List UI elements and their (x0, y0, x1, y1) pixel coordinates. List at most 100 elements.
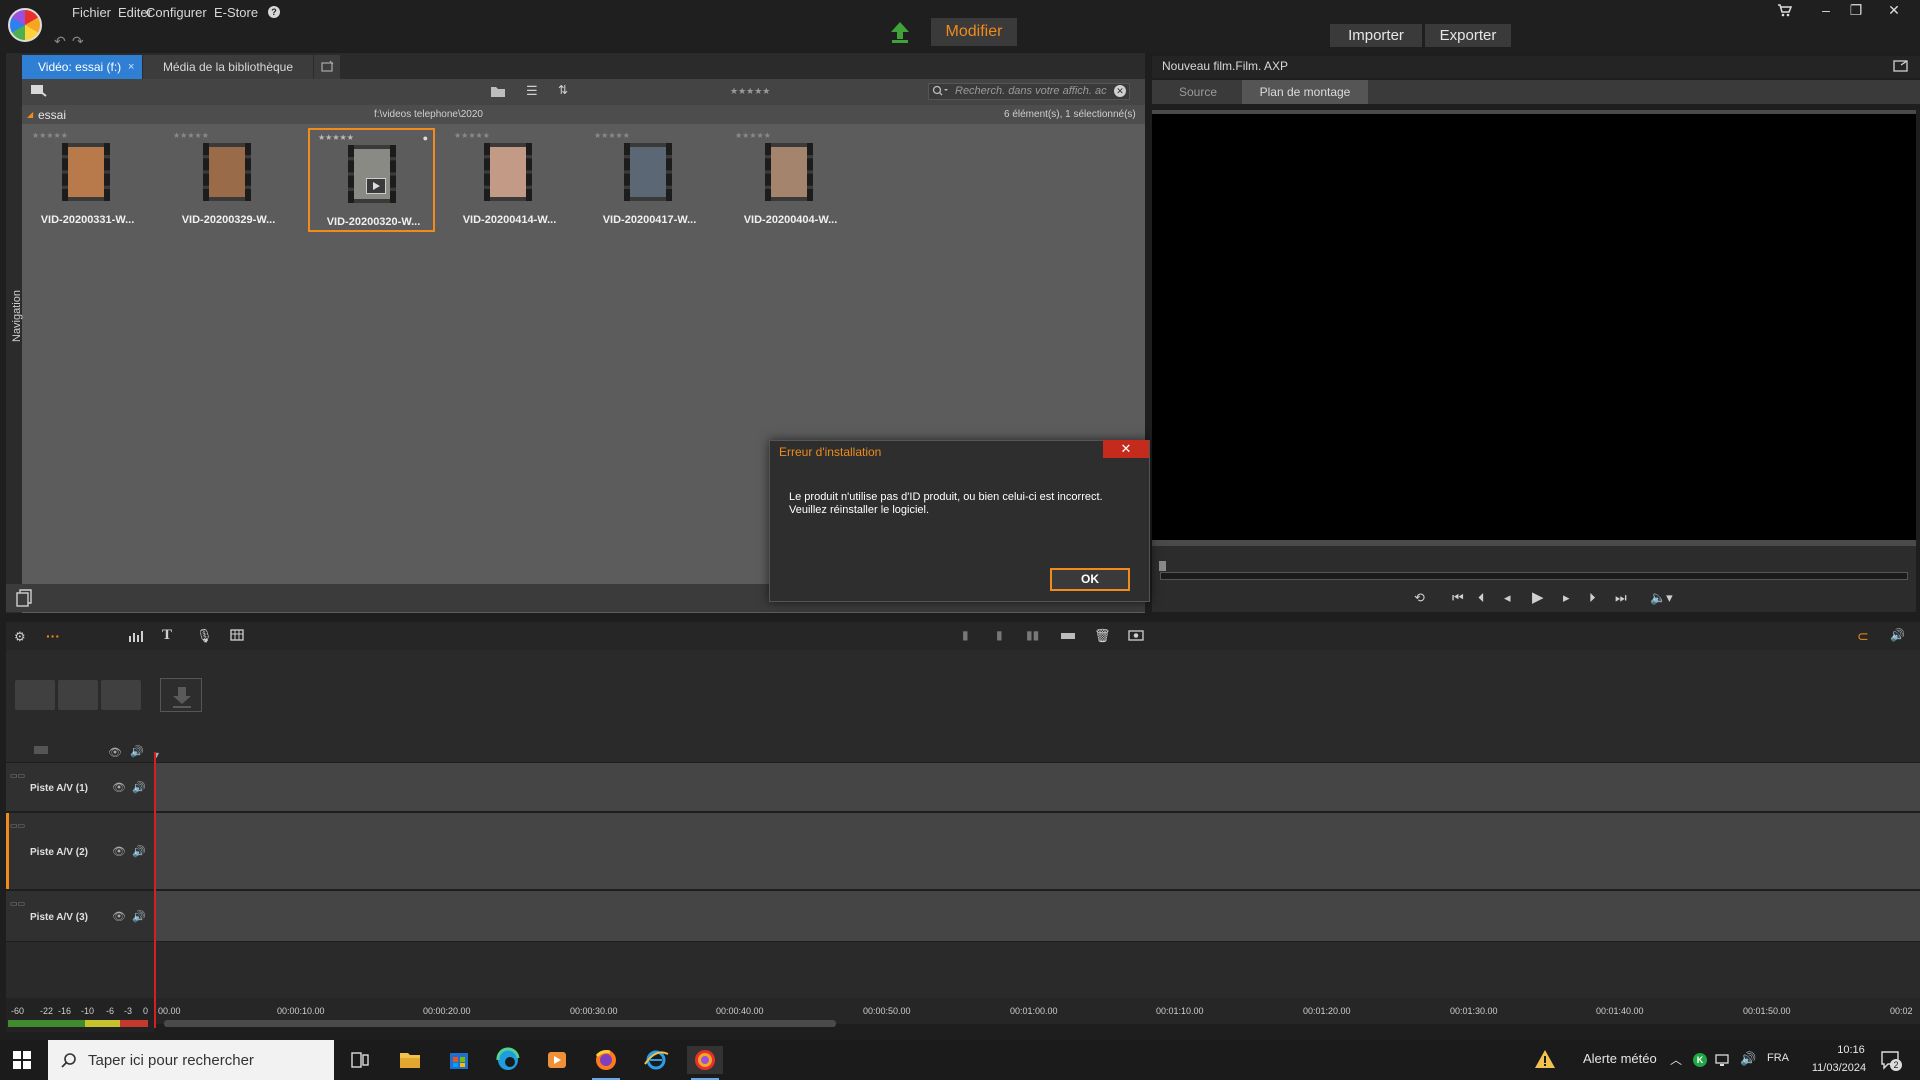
importer-button[interactable]: Importer (1330, 24, 1422, 47)
track-1[interactable]: ▭▭ Piste A/V (1) 👁 🔊 (6, 763, 1920, 811)
marker-icon[interactable]: ▮ (962, 628, 969, 642)
info-icon[interactable]: ● (423, 133, 428, 143)
eye-icon[interactable]: 👁 (112, 781, 126, 794)
download-icon[interactable] (160, 678, 202, 712)
track-grip-icon[interactable]: ▭▭ (10, 899, 25, 908)
windows-start-icon[interactable] (12, 1050, 32, 1070)
rating-stars[interactable]: ★★★★★ (32, 131, 68, 140)
audio-levels-icon[interactable] (128, 630, 144, 642)
visibility-all-icon[interactable]: 👁 (108, 746, 122, 759)
eye-icon[interactable]: 👁 (112, 910, 126, 923)
scrub-handle[interactable] (1159, 561, 1166, 571)
prev-frame-icon[interactable]: ⏴ (1478, 590, 1485, 606)
tab-plan-de-montage[interactable]: Plan de montage (1242, 80, 1368, 104)
add-tab-icon[interactable] (314, 55, 340, 79)
upload-icon[interactable] (889, 20, 911, 44)
playhead[interactable] (154, 752, 156, 1028)
edge-browser-icon[interactable] (490, 1046, 526, 1074)
rating-stars[interactable]: ★★★★★ (594, 131, 630, 140)
tab-close-icon[interactable]: × (128, 55, 134, 79)
chevron-up-icon[interactable]: ︿ (1670, 1051, 1682, 1068)
volume-icon[interactable]: 🔈▾ (1650, 590, 1673, 606)
track-grip-icon[interactable]: ▭▭ (10, 771, 25, 780)
loop-icon[interactable]: ⟲ (1414, 590, 1425, 606)
placeholder-slot[interactable] (58, 680, 98, 710)
go-end-icon[interactable]: ⏭ (1615, 590, 1627, 606)
menu-estore[interactable]: E-Store (214, 5, 258, 20)
app-logo-icon[interactable] (8, 8, 42, 42)
redo-icon[interactable]: ↷ (72, 33, 84, 50)
rating-filter[interactable]: ★★★★★ (730, 86, 770, 97)
media-thumbnail-selected[interactable]: ★★★★★ ● VID-20200320-W... (308, 128, 435, 232)
tab-media-bibliotheque[interactable]: Média de la bibliothèque (143, 55, 313, 79)
mute-all-icon[interactable]: 🔊 (130, 745, 144, 758)
title-text-icon[interactable]: T (162, 627, 172, 644)
clock-date[interactable]: 11/03/2024 (1802, 1062, 1876, 1074)
track-body[interactable] (156, 813, 1920, 889)
media-thumbnail[interactable]: ★★★★★ VID-20200414-W... (446, 128, 573, 232)
microphone-icon[interactable]: 🎙 (196, 628, 213, 644)
collapse-icon[interactable]: ◢ (27, 110, 33, 119)
play-icon[interactable]: ▶ (1532, 588, 1544, 606)
rating-stars[interactable]: ★★★★★ (173, 131, 209, 140)
magnet-icon[interactable]: ⊂ (1857, 628, 1869, 645)
film-strip-icon[interactable] (1060, 630, 1076, 642)
menu-configurer[interactable]: Configurer (146, 5, 207, 20)
more-icon[interactable]: ··· (46, 628, 60, 644)
modifier-button[interactable]: Modifier (931, 18, 1017, 46)
media-player-icon[interactable] (539, 1046, 575, 1074)
sort-icon[interactable]: ⇅ (558, 83, 568, 97)
cart-icon[interactable] (1768, 0, 1800, 20)
task-view-icon[interactable] (342, 1046, 378, 1074)
track-body[interactable] (156, 891, 1920, 941)
security-tray-icon[interactable]: K (1693, 1053, 1707, 1067)
view-list-icon[interactable]: ☰ (526, 83, 538, 99)
speaker-icon[interactable]: 🔊 (132, 910, 146, 923)
track-size-icon[interactable] (34, 746, 48, 754)
media-thumbnail[interactable]: ★★★★★ VID-20200404-W... (727, 128, 854, 232)
network-icon[interactable] (1714, 1052, 1732, 1068)
folder-name[interactable]: essai (38, 108, 66, 122)
audio-scrub-icon[interactable]: 🔊 (1890, 628, 1905, 642)
media-thumbnail[interactable]: ★★★★★ VID-20200417-W... (586, 128, 713, 232)
tab-source[interactable]: Source (1166, 80, 1230, 104)
popout-icon[interactable] (1893, 59, 1909, 73)
restore-icon[interactable]: ❐ (1840, 0, 1872, 20)
placeholder-slot[interactable] (101, 680, 141, 710)
folder-icon[interactable] (490, 84, 506, 98)
step-forward-icon[interactable]: ▸ (1563, 590, 1570, 606)
minimize-icon[interactable]: – (1810, 0, 1842, 20)
next-frame-icon[interactable]: ⏵ (1589, 590, 1596, 606)
clear-search-icon[interactable]: ✕ (1114, 85, 1126, 97)
internet-explorer-icon[interactable] (638, 1046, 674, 1074)
track-grip-icon[interactable]: ▭▭ (10, 821, 25, 830)
razor-icon[interactable]: ▮▮ (1026, 628, 1039, 642)
rating-stars[interactable]: ★★★★★ (318, 133, 354, 142)
undo-icon[interactable]: ↶ (54, 33, 66, 50)
ok-button[interactable]: OK (1050, 568, 1130, 591)
volume-tray-icon[interactable]: 🔊 (1740, 1051, 1756, 1067)
speaker-icon[interactable]: 🔊 (132, 845, 146, 858)
speaker-icon[interactable]: 🔊 (132, 781, 146, 794)
track-2[interactable]: ▭▭ Piste A/V (2) 👁 🔊 (6, 813, 1920, 889)
close-window-icon[interactable]: ✕ (1878, 0, 1910, 20)
scrub-bar[interactable] (1160, 572, 1908, 580)
placeholder-slot[interactable] (15, 680, 55, 710)
media-thumbnail[interactable]: ★★★★★ VID-20200329-W... (165, 128, 292, 232)
collections-icon[interactable] (15, 588, 35, 608)
settings-icon[interactable]: ⚙ (14, 629, 26, 645)
timeline-scrollbar[interactable] (164, 1020, 836, 1027)
snapshot-icon[interactable] (1128, 629, 1144, 641)
tab-video-essai[interactable]: Vidéo: essai (f:) (22, 55, 142, 79)
menu-fichier[interactable]: Fichier (72, 5, 111, 20)
exporter-button[interactable]: Exporter (1425, 24, 1511, 47)
help-icon[interactable]: ? (268, 6, 280, 18)
store-icon[interactable] (441, 1046, 477, 1074)
preview-screen[interactable] (1152, 110, 1916, 540)
import-media-icon[interactable] (30, 83, 48, 99)
eye-icon[interactable]: 👁 (112, 845, 126, 858)
media-thumbnail[interactable]: ★★★★★ VID-20200331-W... (24, 128, 151, 232)
play-badge-icon[interactable] (366, 178, 386, 194)
rating-stars[interactable]: ★★★★★ (454, 131, 490, 140)
rating-stars[interactable]: ★★★★★ (735, 131, 771, 140)
